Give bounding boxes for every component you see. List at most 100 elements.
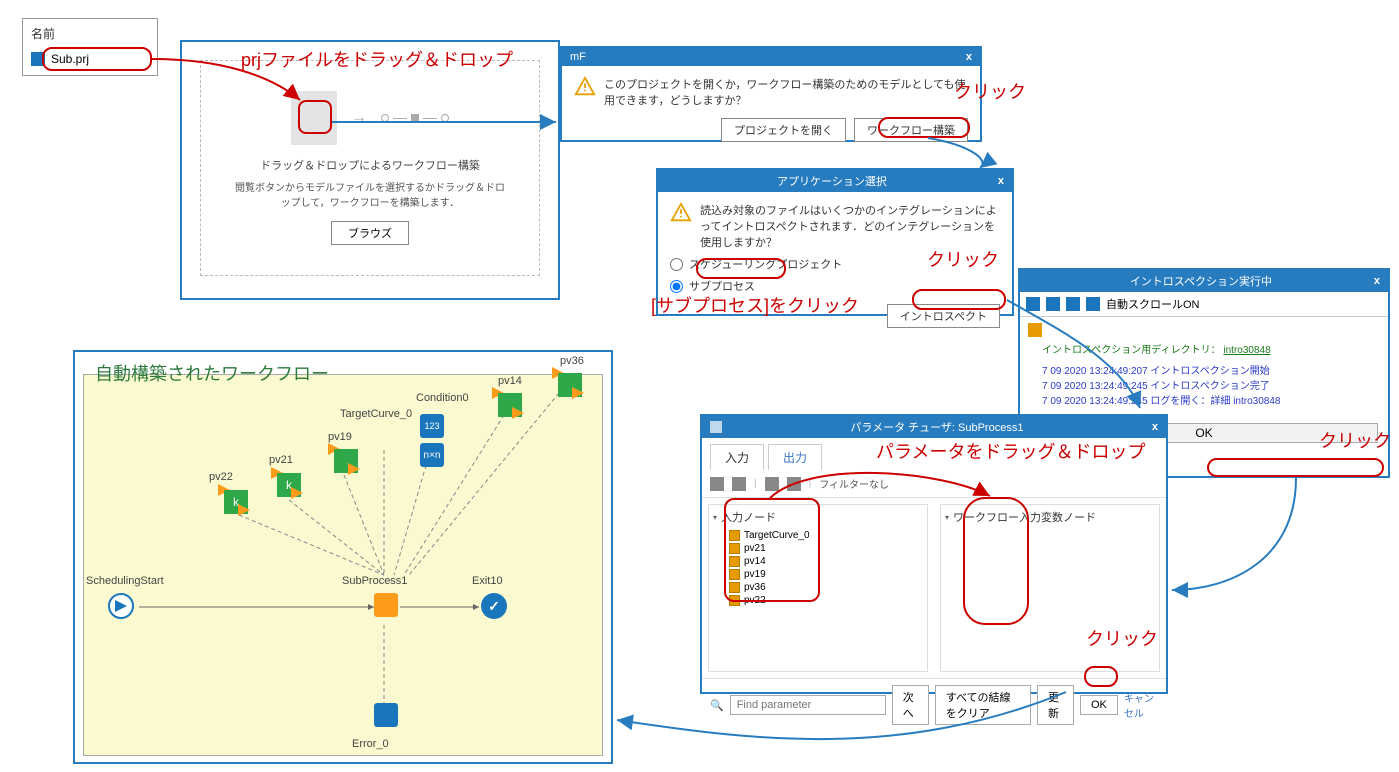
param-title: パラメータ チューザ: SubProcess1 <box>722 419 1152 435</box>
radio-subprocess-input[interactable] <box>670 280 683 293</box>
param-columns: 入力ノード TargetCurve_0 pv21 pv14 pv19 pv36 … <box>702 498 1166 678</box>
filter-label[interactable]: フィルターなし <box>819 476 889 491</box>
log-save-icon[interactable] <box>1086 297 1100 311</box>
param-leaf[interactable]: pv22 <box>713 594 923 607</box>
dialog2-titlebar: アプリケーション選択 x <box>658 170 1012 192</box>
param-cancel-link[interactable]: キャンセル <box>1124 690 1158 720</box>
node-label-pv21: pv21 <box>269 454 293 466</box>
file-name: Sub.prj <box>51 52 89 66</box>
node-label-exit: Exit10 <box>472 575 503 587</box>
radio-scheduling-label: スケジューリングプロジェクト <box>689 256 842 272</box>
param-leaf[interactable]: pv19 <box>713 568 923 581</box>
log-line: 7 09 2020 13:24:49:207 イントロスペクション開始 <box>1028 362 1380 377</box>
dropzone-icons: → <box>231 91 509 145</box>
file-list-panel: 名前 Sub.prj <box>22 18 158 76</box>
node-label-pv19: pv19 <box>328 431 352 443</box>
find-parameter-input[interactable] <box>730 695 886 715</box>
node-label-cond: Condition0 <box>416 392 469 404</box>
tool-icon[interactable] <box>732 477 746 491</box>
param-icon <box>729 582 740 593</box>
next-button[interactable]: 次へ <box>892 685 929 725</box>
dialog3-titlebar: イントロスペクション実行中 x <box>1020 270 1388 292</box>
tab-input[interactable]: 入力 <box>710 444 764 470</box>
node-label-pv36-outer: pv36 <box>560 355 584 367</box>
tool-icon[interactable] <box>710 477 724 491</box>
warning-icon <box>574 76 596 98</box>
search-icon: 🔍 <box>710 699 724 712</box>
dialog-param-chooser: パラメータ チューザ: SubProcess1 x 入力 出力 | | フィルタ… <box>700 414 1168 694</box>
dropzone-title: ドラッグ＆ドロップによるワークフロー構築 <box>231 157 509 173</box>
node-pv36[interactable] <box>558 373 586 401</box>
node-subprocess[interactable] <box>374 593 402 621</box>
browse-button[interactable]: ブラウズ <box>331 221 409 245</box>
log-delete-icon[interactable] <box>1046 297 1060 311</box>
log-line: 7 09 2020 13:24:49:245 イントロスペクション完了 <box>1028 377 1380 392</box>
dialog-open-or-build: mF x このプロジェクトを開くか，ワークフロー構築のためのモデルとしても使用で… <box>560 46 982 142</box>
node-label-subprocess: SubProcess1 <box>342 575 407 587</box>
tab-output[interactable]: 出力 <box>768 444 822 470</box>
param-left-header: 入力ノード <box>713 509 923 525</box>
node-target[interactable]: 123 <box>420 414 448 442</box>
node-pv19[interactable] <box>334 449 362 477</box>
node-pv14[interactable] <box>498 393 526 421</box>
tool-icon[interactable] <box>787 477 801 491</box>
dialog2-message: 読込み対象のファイルはいくつかのインテグレーションによってイントロスペクトされま… <box>700 202 1000 250</box>
file-list-header: 名前 <box>23 19 157 48</box>
radio-scheduling-input[interactable] <box>670 258 683 271</box>
node-error[interactable] <box>374 703 402 731</box>
dropzone-inner[interactable]: → ドラッグ＆ドロップによるワークフロー構築 閲覧ボタンからモデルファイルを選択… <box>200 60 540 276</box>
param-leaf[interactable]: pv21 <box>713 542 923 555</box>
log-filter-icon[interactable] <box>1066 297 1080 311</box>
param-icon <box>729 569 740 580</box>
dropzone-panel[interactable]: → ドラッグ＆ドロップによるワークフロー構築 閲覧ボタンからモデルファイルを選択… <box>180 40 560 300</box>
dialog2-title: アプリケーション選択 <box>666 173 998 189</box>
node-label-target: TargetCurve_0 <box>340 408 412 420</box>
param-right-col[interactable]: ワークフロー入力変数ノード <box>940 504 1160 672</box>
param-tabs: 入力 出力 <box>702 438 1166 470</box>
log-body: イントロスペクション用ディレクトリ： intro30848 7 09 2020 … <box>1020 317 1388 413</box>
dialog1-titlebar: mF x <box>562 48 980 66</box>
param-leaf[interactable]: pv14 <box>713 555 923 568</box>
node-pv22[interactable]: k <box>224 490 252 518</box>
workflow-canvas[interactable]: pv22 k pv21 k pv19 TargetCurve_0 Conditi… <box>83 374 603 756</box>
param-leaf[interactable]: TargetCurve_0 <box>713 529 923 542</box>
node-start[interactable] <box>108 593 136 621</box>
dialog3-title: イントロスペクション実行中 <box>1028 273 1374 289</box>
update-button[interactable]: 更新 <box>1037 685 1074 725</box>
param-leaf[interactable]: pv36 <box>713 581 923 594</box>
radio-scheduling[interactable]: スケジューリングプロジェクト <box>670 256 1000 272</box>
log-toolbar: 自動スクロールON <box>1020 292 1388 317</box>
document-icon <box>291 91 337 145</box>
param-close-icon[interactable]: x <box>1152 421 1158 433</box>
node-label-pv14: pv14 <box>498 375 522 387</box>
dialog2-close-icon[interactable]: x <box>998 175 1004 187</box>
tool-icon[interactable] <box>765 477 779 491</box>
param-right-header: ワークフロー入力変数ノード <box>945 509 1155 525</box>
param-title-icon <box>710 421 722 433</box>
radio-subprocess-label: サブプロセス <box>689 278 755 294</box>
log-clear-icon[interactable] <box>1026 297 1040 311</box>
dialog3-close-icon[interactable]: x <box>1374 275 1380 287</box>
radio-subprocess[interactable]: サブプロセス <box>670 278 1000 294</box>
param-icon <box>729 543 740 554</box>
file-row-sub-prj[interactable]: Sub.prj <box>23 48 157 70</box>
param-ok-button[interactable]: OK <box>1080 695 1118 715</box>
log-dir-link[interactable]: intro30848 <box>1223 345 1270 356</box>
project-file-icon <box>31 52 45 66</box>
autoscroll-label: 自動スクロールON <box>1106 296 1200 312</box>
dialog1-app: mF <box>570 51 586 63</box>
log-dir-label: イントロスペクション用ディレクトリ： <box>1042 345 1221 356</box>
param-icon <box>729 556 740 567</box>
node-cond[interactable]: n×n <box>420 443 448 471</box>
warning-icon <box>670 202 692 224</box>
dialog1-close-icon[interactable]: x <box>966 51 972 63</box>
node-exit[interactable]: ✓ <box>481 593 509 621</box>
param-left-col[interactable]: 入力ノード TargetCurve_0 pv21 pv14 pv19 pv36 … <box>708 504 928 672</box>
node-label-pv22: pv22 <box>209 471 233 483</box>
log-line: 7 09 2020 13:24:49:245 ログを開く：詳細 intro308… <box>1028 392 1380 407</box>
introspect-button[interactable]: イントロスペクト <box>887 304 1000 328</box>
node-pv21[interactable]: k <box>277 473 305 501</box>
clear-links-button[interactable]: すべての結線をクリア <box>935 685 1031 725</box>
open-project-button[interactable]: プロジェクトを開く <box>721 118 846 142</box>
build-workflow-button[interactable]: ワークフロー構築 <box>854 118 968 142</box>
